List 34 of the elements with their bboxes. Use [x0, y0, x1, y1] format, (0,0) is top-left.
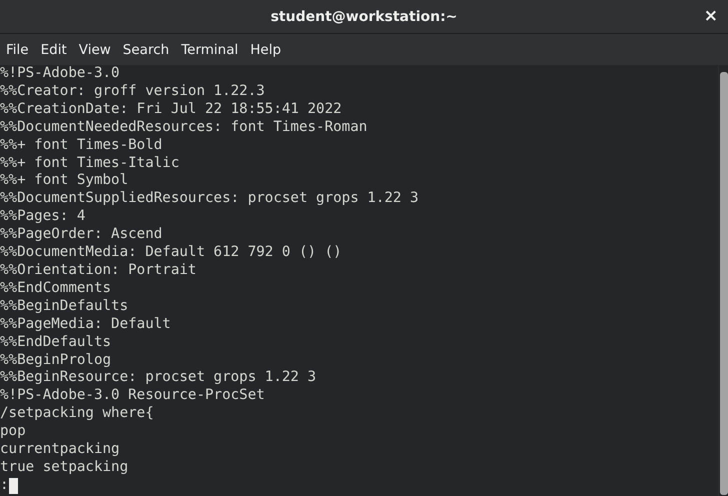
- terminal-line: %%+ font Times-Bold: [0, 136, 162, 155]
- scrollbar-thumb[interactable]: [720, 72, 728, 495]
- menu-item[interactable]: Help: [244, 42, 288, 58]
- text-cursor: [8, 478, 18, 494]
- terminal-line: %%BeginProlog: [0, 352, 112, 370]
- terminal-line: %%BeginDefaults: [0, 298, 128, 316]
- terminal-line: pop: [0, 423, 26, 442]
- terminal-line: %%+ font Symbol: [0, 172, 128, 190]
- terminal-line: %%Creator: groff version 1.22.3: [0, 82, 265, 101]
- terminal-line: %%DocumentMedia: Default 612 792 0 () (): [0, 244, 342, 262]
- terminal-line: %%PageMedia: Default: [0, 316, 171, 334]
- window-title: student@workstation:~: [270, 8, 458, 24]
- terminal-line: %%Pages: 4: [0, 208, 86, 226]
- close-button[interactable]: ×: [700, 6, 722, 26]
- terminal-line: %!PS-Adobe-3.0: [0, 65, 120, 83]
- terminal-line: %%DocumentSuppliedResources: procset grops 1.22 3: [0, 190, 419, 208]
- menu-item[interactable]: Search: [116, 42, 176, 58]
- pager-prompt: :: [0, 476, 9, 495]
- menu-item[interactable]: Edit: [34, 42, 73, 58]
- terminal-line: true setpacking: [0, 458, 128, 477]
- terminal-line: %%+ font Times-Italic: [0, 154, 180, 172]
- menu-item[interactable]: File: [0, 42, 35, 58]
- terminal-line: currentpacking: [0, 441, 120, 459]
- terminal-line: %%Orientation: Portrait: [0, 262, 196, 280]
- menu-item[interactable]: Terminal: [175, 42, 244, 58]
- terminal-line: %%DocumentNeededResources: font Times-Roman: [0, 118, 368, 137]
- menu-item[interactable]: View: [72, 42, 117, 58]
- terminal-line: %!PS-Adobe-3.0 Resource-ProcSet: [0, 387, 265, 406]
- terminal-line: %%BeginResource: procset grops 1.22 3: [0, 369, 316, 388]
- terminal-line: %%PageOrder: Ascend: [0, 226, 162, 244]
- terminal-line: %%EndDefaults: [0, 334, 112, 352]
- terminal-line: %%EndComments: [0, 280, 112, 298]
- terminal-line: %%CreationDate: Fri Jul 22 18:55:41 2022: [0, 100, 342, 119]
- terminal-line: /setpacking where{: [0, 405, 154, 424]
